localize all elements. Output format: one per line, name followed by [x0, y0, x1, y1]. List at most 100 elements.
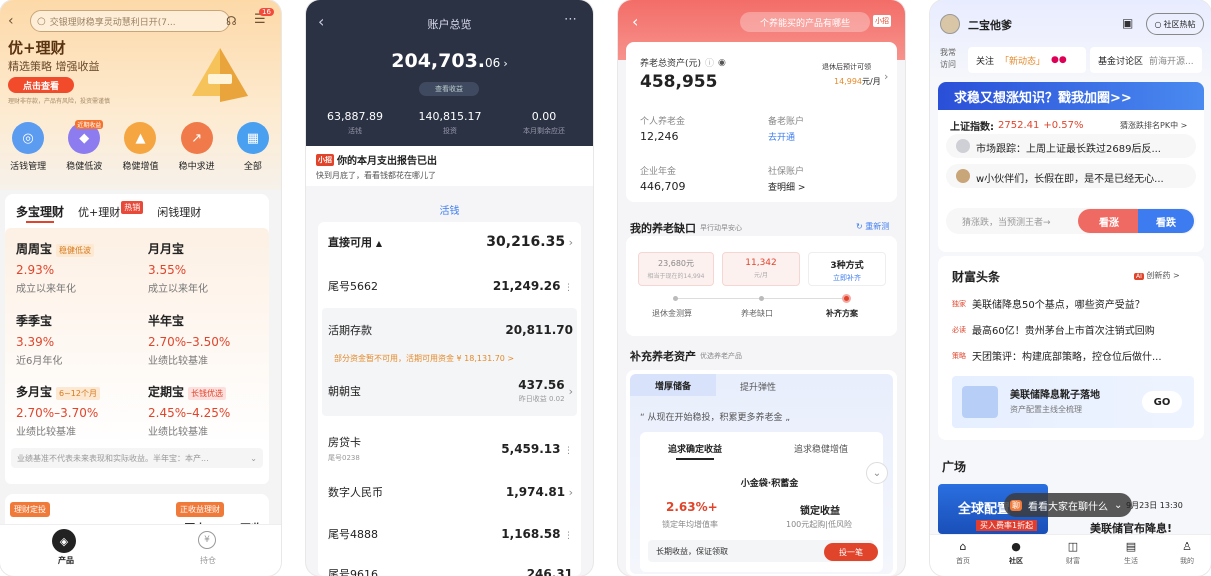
promo-card[interactable]: 美联储降息靴子落地 资产配置主线全梳理 GO [952, 376, 1194, 428]
grid-icon: ▦ [236, 122, 269, 154]
search-pill[interactable]: 个养能买的产品有哪些 [740, 12, 870, 32]
bullish-button[interactable]: 看涨 [1078, 209, 1140, 233]
nav-me[interactable]: ♙ 我的 [1172, 540, 1202, 566]
avatar [956, 169, 970, 183]
nav-life[interactable]: ▤ 生活 [1116, 540, 1146, 566]
gap-box[interactable]: 11,342 元/月 [722, 252, 800, 286]
view-income-button[interactable]: 查看收益 [419, 82, 479, 96]
availability-notice[interactable]: 部分资金暂不可用，活期可用资金 ¥ 18,131.70 > [334, 353, 574, 364]
gap-box[interactable]: 3种方式 立即补齐 [808, 252, 886, 286]
subtab-certain[interactable]: 追求确定收益 [668, 442, 722, 460]
back-icon[interactable]: ‹ [8, 13, 14, 29]
retest-button[interactable]: ↻ 重新测 [856, 221, 889, 232]
total-assets[interactable]: 204,703.06 › [306, 50, 593, 72]
invest-button[interactable]: 投一笔 [824, 543, 878, 561]
news-item[interactable]: 策略 天团策评：构建底部策略，控仓位后做什... [952, 348, 1172, 364]
rank-link[interactable]: 猜涨跌排名PK中 > [1120, 120, 1187, 131]
account-row[interactable]: 尾号9616 246.31 [328, 566, 573, 576]
stat-invest[interactable]: 140,815.17 投资 [412, 110, 488, 136]
account-row[interactable]: 数字人民币 1,974.81 › [328, 484, 573, 500]
assistant-tag[interactable]: 小招 [873, 15, 891, 27]
disclaimer-bar[interactable]: 业绩基准不代表未来表现和实际收益。半年宝：本产... ⌄ [11, 448, 263, 468]
go-button[interactable]: GO [1142, 391, 1182, 413]
tab-boost-reserve[interactable]: 增厚储备 [630, 374, 716, 396]
report-banner[interactable]: 小招 你的本月支出报告已出 快到月底了，看看钱都花在哪儿了 [306, 146, 593, 186]
step-3[interactable]: 补齐方案 [826, 308, 858, 319]
search-icon: ○ [37, 15, 46, 27]
banner-view-button[interactable]: 点击查看 [8, 77, 74, 93]
yen-icon[interactable]: ¥ [198, 531, 216, 549]
community-screen: 二宝他爹 ▣ ○ 社区热帖 我常访问 关注 「新动态」 ●● 基金讨论区 前海开源...… [930, 0, 1211, 576]
fund-forum-chip[interactable]: 基金讨论区 前海开源... [1090, 47, 1202, 73]
stat-repay[interactable]: 0.00 本月剩余应还 [506, 110, 582, 136]
step-1[interactable]: 退休金测算 [652, 308, 692, 319]
news-item[interactable]: 必读 最高60亿！贵州茅台上市首次注销式回购 [952, 322, 1155, 338]
chart-icon: ◫ [1067, 540, 1079, 553]
nav-community[interactable]: ● 社区 [1001, 540, 1031, 566]
stat-cash[interactable]: 63,887.89 活钱 [320, 110, 390, 136]
account-row[interactable]: 尾号4888 1,168.58 ⋮ [328, 526, 573, 542]
product-item[interactable]: 周周宝 稳健低波 2.93% 成立以来年化 [16, 240, 136, 295]
follow-chip[interactable]: 关注 「新动态」 ●● [968, 47, 1086, 73]
nav-home[interactable]: ⌂ 首页 [948, 540, 978, 566]
promo-left-tag[interactable]: 理财定投 [10, 502, 50, 517]
product-item[interactable]: 月月宝 3.55% 成立以来年化 [148, 240, 268, 295]
nav-holdings[interactable]: 持仓 [200, 555, 216, 566]
page-title: 账户总览 [427, 18, 472, 31]
stage: ‹ ○ 交银理财稳享灵动慧利日开(7... ☊ ☰ 16 优+理财 精选策略 增… [0, 0, 1211, 576]
nav-product[interactable]: 产品 [58, 555, 74, 566]
category-item[interactable]: ◎ 活钱管理 [1, 122, 55, 178]
annuity-value[interactable]: 446,709 [640, 180, 686, 193]
account-row[interactable]: 尾号5662 21,249.26 ⋮ [328, 278, 573, 294]
live-chat-bubble[interactable]: 聊 看看大家在聊什么 ⌄ [1004, 493, 1132, 517]
nav-wealth[interactable]: ◫ 财富 [1058, 540, 1088, 566]
tab-duobao[interactable]: 多宝理财 [16, 203, 64, 223]
product-item[interactable]: 半年宝 2.70%–3.50% 业绩比较基准 [148, 312, 268, 367]
search-input[interactable]: ○ 交银理财稳享灵动慧利日开(7... [30, 10, 230, 32]
news-topic-link[interactable]: AI 创新药 > [1134, 270, 1180, 281]
monthly-value: 14,994元/月 [834, 77, 881, 86]
step-2[interactable]: 养老缺口 [741, 308, 773, 319]
category-item[interactable]: ◆ 近期收益 稳健低波 [57, 120, 111, 178]
supplement-header: 补充养老资产 优选养老产品 [630, 350, 742, 363]
headset-icon[interactable]: ☊ [226, 14, 237, 28]
tv-icon[interactable]: ▣ [1122, 16, 1133, 30]
category-item[interactable]: ↗ 稳中求进 [170, 122, 224, 178]
comment-item[interactable]: 市场跟踪：上周上证最长跌过2689后反... [946, 134, 1196, 158]
product-nav-icon[interactable]: ◈ [52, 529, 76, 553]
eye-icon[interactable]: ◉ [718, 58, 726, 68]
tab-idle-money[interactable]: 闲钱理财 [157, 204, 201, 220]
product-item[interactable]: 定期宝 长钱优选 2.45%–4.25% 业绩比较基准 [148, 383, 273, 438]
promo-right-tag[interactable]: 正收益理财 [176, 502, 224, 517]
market-card: 求稳又想涨知识？戳我加圈>> 上证指数: 2752.41 +0.57% 猜涨跌排… [938, 82, 1204, 252]
back-icon[interactable]: ‹ [632, 12, 638, 31]
direct-available-row[interactable]: 直接可用 ▲ 30,216.35 › [328, 234, 573, 250]
hot-posts-button[interactable]: ○ 社区热帖 [1146, 13, 1204, 35]
social-security-link[interactable]: 查明细 > [768, 180, 805, 193]
category-item[interactable]: ▲ 稳健增值 [113, 122, 167, 178]
shop-icon: ▤ [1125, 540, 1137, 553]
subtab-steady[interactable]: 追求稳健增值 [794, 442, 848, 455]
info-icon[interactable]: ⓘ [705, 56, 714, 69]
tab-flexibility[interactable]: 提升弹性 [740, 380, 776, 393]
product-item[interactable]: 多月宝 6~12个月 2.70%–3.70% 业绩比较基准 [16, 383, 141, 438]
news-item[interactable]: 独家 美联储降息50个基点，哪些资产受益？ [952, 296, 1145, 312]
pyramid-illustration [188, 44, 252, 108]
gap-box[interactable]: 23,680元 相当于现在的14,994 [638, 252, 714, 286]
chevron-right-icon[interactable]: › [884, 70, 888, 83]
account-row[interactable]: 房贷卡 尾号0238 5,459.13 ⋮ [328, 434, 573, 463]
avatar[interactable] [940, 14, 960, 34]
index-row[interactable]: 上证指数: 2752.41 +0.57% [950, 118, 1084, 133]
open-account-link[interactable]: 去开通 [768, 130, 795, 143]
account-row[interactable]: 朝朝宝 437.56 昨日收益 0.02 › [328, 378, 573, 404]
account-row[interactable]: 活期存款 20,811.70 [328, 322, 573, 338]
report-subtitle: 快到月底了，看看钱都花在哪儿了 [316, 171, 436, 180]
tab-youplus[interactable]: 优+理财 热销 [78, 200, 144, 220]
bearish-button[interactable]: 看跌 [1138, 209, 1194, 233]
more-icon[interactable]: ⋯ [564, 12, 577, 27]
username[interactable]: 二宝他爹 [968, 17, 1012, 33]
comment-item[interactable]: w小伙伴们，长假在即，是不是已经无心... [946, 164, 1196, 188]
personal-pension-value[interactable]: 12,246 [640, 130, 679, 143]
category-item[interactable]: ▦ 全部 [226, 122, 280, 178]
product-item[interactable]: 季季宝 3.39% 近6月年化 [16, 312, 136, 367]
